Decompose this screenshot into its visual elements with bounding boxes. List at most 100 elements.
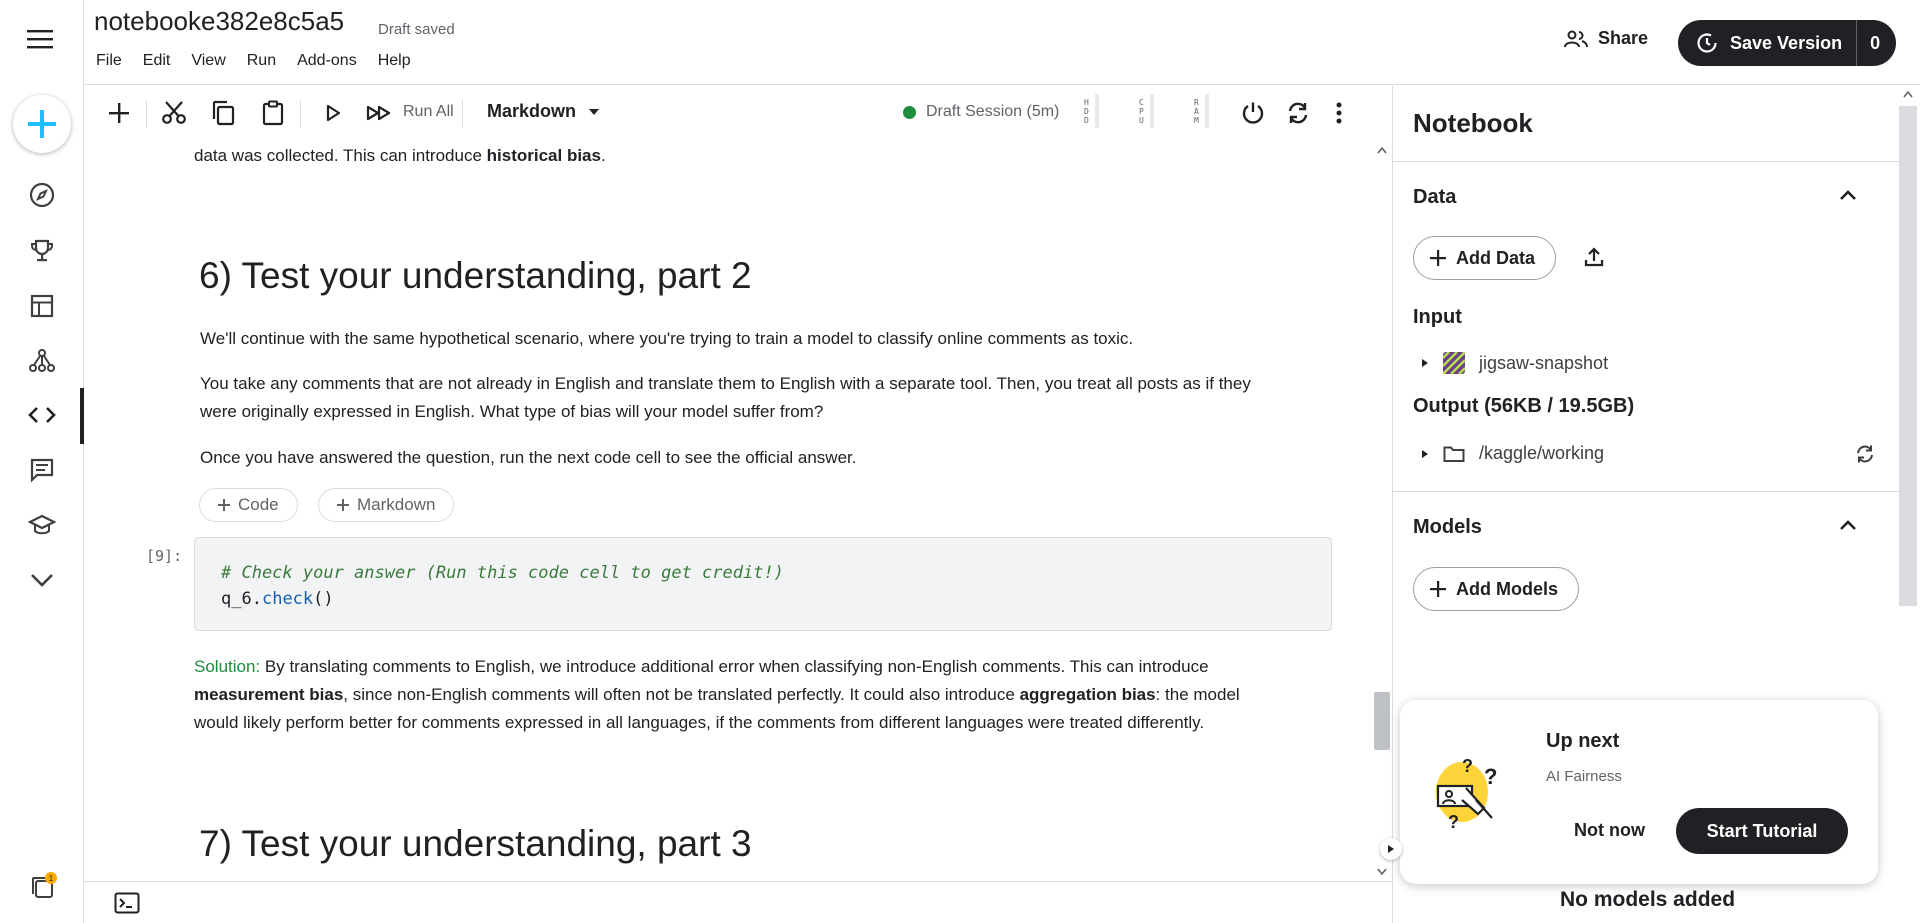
code-comment: # Check your answer (Run this code cell …: [221, 563, 784, 583]
copy-icon[interactable]: [208, 98, 238, 128]
menu-run[interactable]: Run: [247, 52, 276, 70]
hdd-meter[interactable]: HDD: [1084, 94, 1099, 128]
scrollbar-thumb[interactable]: [1899, 106, 1917, 606]
expand-caret-icon[interactable]: [1421, 358, 1429, 368]
power-icon[interactable]: [1238, 98, 1268, 128]
code-cell[interactable]: # Check your answer (Run this code cell …: [194, 537, 1332, 631]
text: were originally expressed in English. Wh…: [200, 402, 824, 421]
add-code-cell-button[interactable]: Code: [199, 488, 298, 522]
learn-graduation-cap-icon[interactable]: [27, 510, 57, 540]
share-button[interactable]: Share: [1564, 28, 1648, 49]
not-now-button[interactable]: Not now: [1574, 820, 1645, 841]
bold-text: historical bias: [486, 146, 601, 165]
notebook-title[interactable]: notebooke382e8c5a5: [94, 6, 344, 37]
menu-file[interactable]: File: [96, 52, 122, 70]
add-markdown-cell-button[interactable]: Markdown: [318, 488, 455, 522]
version-count[interactable]: 0: [1870, 33, 1880, 54]
folder-icon: [1443, 446, 1465, 462]
start-tutorial-button[interactable]: Start Tutorial: [1676, 808, 1848, 854]
collapse-data-chevron-icon[interactable]: [1838, 188, 1858, 207]
trophy-icon[interactable]: [27, 236, 57, 266]
plus-icon: [1430, 250, 1446, 266]
up-next-course: AI Fairness: [1546, 768, 1622, 785]
paste-clipboard-icon[interactable]: [258, 98, 288, 128]
plus-icon: [337, 499, 349, 511]
save-version-button[interactable]: Save Version 0: [1678, 20, 1896, 66]
notifications-stack-icon[interactable]: 1: [27, 872, 57, 902]
panel-title: Notebook: [1413, 108, 1533, 138]
scroll-up-icon[interactable]: [1903, 90, 1913, 98]
notebook-scrollbar[interactable]: [1372, 142, 1392, 881]
add-markdown-label: Markdown: [357, 495, 436, 514]
cpu-meter-label: CPU: [1139, 97, 1144, 125]
scissors-icon[interactable]: [158, 98, 190, 128]
more-chevron-down-icon[interactable]: [27, 565, 57, 595]
compass-icon[interactable]: [27, 180, 57, 210]
divider: [146, 100, 147, 128]
output-path: /kaggle/working: [1479, 443, 1605, 463]
refresh-output-icon[interactable]: [1855, 444, 1875, 469]
version-history-icon: [1696, 32, 1718, 54]
run-all-fast-forward-icon[interactable]: [364, 98, 394, 128]
solution-label: Solution:: [194, 657, 261, 676]
table-icon[interactable]: [27, 291, 57, 321]
code-icon[interactable]: [27, 400, 57, 430]
data-section-heading[interactable]: Data: [1413, 186, 1456, 209]
collapse-models-chevron-icon[interactable]: [1838, 518, 1858, 537]
text: , since non-English comments will often …: [343, 685, 1020, 704]
output-folder-item[interactable]: /kaggle/working: [1421, 443, 1604, 464]
save-version-label: Save Version: [1730, 32, 1843, 53]
execution-count: [9]:: [146, 547, 183, 565]
code-token: check: [261, 589, 314, 609]
add-cell-plus-icon[interactable]: [104, 98, 134, 128]
add-models-button[interactable]: Add Models: [1413, 567, 1579, 611]
collapse-panel-button[interactable]: [1380, 838, 1402, 860]
save-status: Draft saved: [378, 21, 455, 38]
scroll-up-icon[interactable]: [1377, 146, 1387, 154]
code-token: q_6: [221, 589, 252, 609]
output-line: Solution: By translating comments to Eng…: [194, 653, 1334, 681]
expand-caret-icon[interactable]: [1421, 449, 1429, 459]
section-6-heading: 6) Test your understanding, part 2: [199, 255, 752, 296]
menu-view[interactable]: View: [191, 52, 225, 70]
terminal-icon[interactable]: [114, 892, 140, 919]
scrollbar-thumb[interactable]: [1374, 692, 1390, 750]
code-token: .: [251, 589, 262, 609]
cell-type-select[interactable]: Markdown: [487, 101, 600, 122]
left-nav-rail: 1: [0, 0, 84, 923]
output-heading: Output (56KB / 19.5GB): [1413, 395, 1635, 417]
upload-icon[interactable]: [1583, 246, 1605, 273]
scroll-down-icon[interactable]: [1377, 868, 1387, 876]
models-section-heading[interactable]: Models: [1413, 516, 1482, 539]
share-label: Share: [1598, 28, 1649, 48]
restart-icon[interactable]: [1283, 98, 1313, 128]
code-line: q_6.check(): [221, 586, 1331, 612]
divider: [300, 100, 301, 128]
up-next-heading: Up next: [1546, 730, 1620, 752]
up-next-card: ? ? ? Up next AI Fairness Not now Start …: [1400, 700, 1878, 884]
dataset-name: jigsaw-snapshot: [1479, 352, 1609, 373]
models-network-icon[interactable]: [27, 346, 57, 376]
run-all-button[interactable]: Run All: [403, 103, 454, 121]
menu-edit[interactable]: Edit: [143, 52, 171, 70]
add-data-button[interactable]: Add Data: [1413, 236, 1557, 280]
input-dataset-item[interactable]: jigsaw-snapshot: [1421, 352, 1608, 374]
menu-add-ons[interactable]: Add-ons: [297, 52, 357, 70]
markdown-cell-previous[interactable]: data was collected. This can introduce h…: [194, 142, 606, 170]
session-status[interactable]: Draft Session (5m): [903, 103, 1059, 121]
create-button[interactable]: [13, 95, 71, 153]
bold-text: aggregation bias: [1019, 685, 1156, 704]
input-heading: Input: [1413, 306, 1462, 328]
discussion-icon[interactable]: [27, 455, 57, 485]
hamburger-menu-icon[interactable]: [27, 28, 55, 50]
plus-icon: [1430, 581, 1446, 597]
cpu-meter[interactable]: CPU: [1139, 94, 1154, 128]
menu-help[interactable]: Help: [378, 52, 411, 70]
panel-scrollbar[interactable]: [1896, 86, 1920, 923]
more-vert-icon[interactable]: [1329, 98, 1349, 128]
code-token: (): [313, 589, 334, 609]
no-models-message: No models added: [1560, 888, 1736, 911]
ram-meter[interactable]: RAM: [1194, 94, 1209, 128]
paragraph: We'll continue with the same hypothetica…: [200, 329, 1134, 348]
run-cell-play-icon[interactable]: [320, 98, 346, 128]
